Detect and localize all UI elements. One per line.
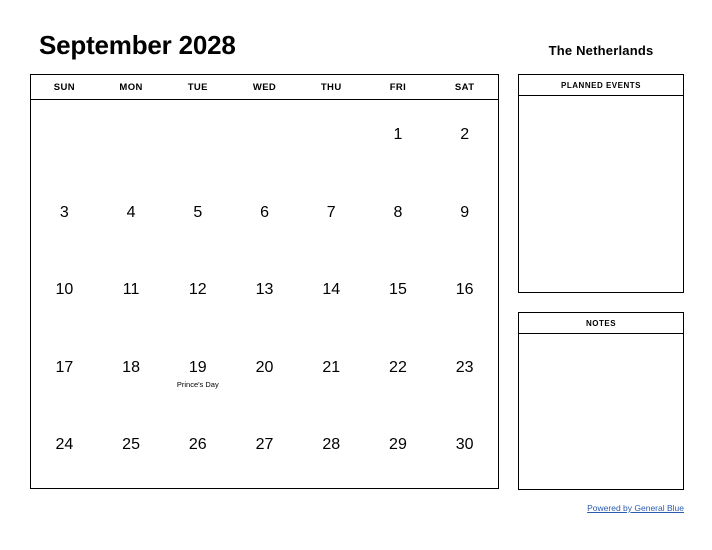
day-number: 22: [389, 358, 407, 376]
calendar-day-cell[interactable]: 18: [98, 333, 165, 411]
notes-body[interactable]: [519, 334, 683, 489]
calendar-day-cell[interactable]: 7: [298, 178, 365, 256]
weekday-header-thu: THU: [320, 82, 342, 93]
calendar-day-cell[interactable]: 19 Prince's Day: [164, 333, 231, 411]
planned-events-body[interactable]: [519, 96, 683, 292]
day-number: 8: [393, 203, 403, 221]
calendar-day-cell[interactable]: 22: [365, 333, 432, 411]
day-number: 15: [389, 281, 407, 298]
notes-header: NOTES: [519, 313, 683, 334]
day-number: 6: [260, 203, 269, 221]
calendar-day-cell[interactable]: 9: [431, 178, 498, 256]
day-number: 28: [322, 436, 341, 453]
calendar-weeks: 1 2 3 4 5 6 7 8 9 10 11 12 13 14 15 16 17 18 19 Prince's Da…: [31, 100, 498, 488]
calendar-day-cell[interactable]: 3: [31, 178, 98, 256]
calendar-day-cell[interactable]: 5: [164, 178, 231, 256]
calendar-week-row: 17 18 19 Prince's Day 20 21 22 23: [31, 333, 498, 411]
calendar-week-row: 24 25 26 27 28 29 30: [31, 410, 498, 488]
calendar-week-row: 10 11 12 13 14 15 16: [31, 255, 498, 333]
day-number: 16: [455, 281, 474, 298]
day-number: 1: [393, 126, 403, 143]
calendar-day-cell[interactable]: 6: [231, 178, 298, 256]
calendar-day-cell[interactable]: 14: [298, 255, 365, 333]
calendar-day-cell-empty: [164, 100, 231, 178]
day-number: 9: [460, 203, 470, 221]
calendar-day-cell[interactable]: 30: [431, 410, 498, 488]
calendar-day-cell-empty: [298, 100, 365, 178]
day-number: 23: [455, 358, 474, 376]
calendar-panel: September 2028 SUN MON TUE WED THU FRI SAT 123…: [30, 30, 499, 489]
calendar-day-cell-empty: [98, 100, 165, 178]
calendar-day-cell[interactable]: 2: [431, 100, 498, 178]
calendar-day-cell[interactable]: 8: [365, 178, 432, 256]
weekday-header-row: SUN MON TUE WED THU FRI SAT: [31, 75, 498, 100]
calendar-day-cell[interactable]: 24: [31, 410, 98, 488]
calendar-day-cell-empty: [31, 100, 98, 178]
page-title: September 2028: [39, 30, 236, 60]
day-number: 7: [326, 203, 336, 221]
day-number: 12: [188, 281, 207, 298]
calendar-day-cell[interactable]: 28: [298, 410, 365, 488]
calendar-day-cell[interactable]: 23: [431, 333, 498, 411]
day-number: 10: [55, 281, 74, 298]
calendar-day-cell[interactable]: 21: [298, 333, 365, 411]
calendar-day-cell[interactable]: 10: [31, 255, 98, 333]
weekday-header-wed: WED: [252, 82, 277, 93]
day-number: 20: [255, 358, 274, 376]
powered-by-link[interactable]: Powered by General Blue: [587, 503, 684, 513]
calendar-day-cell[interactable]: 26: [164, 410, 231, 488]
planned-events-header: PLANNED EVENTS: [519, 75, 683, 96]
calendar-day-cell[interactable]: 12: [164, 255, 231, 333]
calendar-day-cell[interactable]: 11: [98, 255, 165, 333]
calendar-day-cell[interactable]: 25: [98, 410, 165, 488]
weekday-header-sun: SUN: [53, 82, 75, 93]
side-column: The Netherlands PLANNED EVENTS NOTES: [518, 30, 684, 509]
day-number: 2: [460, 126, 470, 143]
day-number: 4: [126, 203, 136, 221]
calendar-day-cell[interactable]: 17: [31, 333, 98, 411]
day-number: 29: [389, 436, 407, 453]
day-number: 26: [188, 436, 207, 453]
day-number: 25: [122, 436, 140, 453]
day-number: 13: [255, 281, 274, 298]
day-number: 3: [59, 203, 69, 221]
calendar-week-row: 12: [31, 100, 498, 178]
calendar-day-cell[interactable]: 13: [231, 255, 298, 333]
calendar-day-cell[interactable]: 20: [231, 333, 298, 411]
calendar-week-row: 3 4 5 6 7 8 9: [31, 178, 498, 256]
calendar-day-cell-empty: [231, 100, 298, 178]
weekday-header-fri: FRI: [389, 82, 407, 93]
weekday-header-mon: MON: [119, 82, 143, 93]
calendar-day-cell[interactable]: 1: [365, 100, 432, 178]
notes-panel: NOTES: [518, 312, 684, 490]
day-number: 30: [455, 436, 474, 453]
weekday-header-tue: TUE: [187, 82, 208, 93]
day-number: 14: [322, 281, 341, 298]
calendar-day-cell[interactable]: 16: [431, 255, 498, 333]
planned-events-panel: PLANNED EVENTS: [518, 74, 684, 293]
calendar-grid: SUN MON TUE WED THU FRI SAT 1 2 3 4 5 6 7 8 9 10 11 12 13 1…: [30, 74, 499, 489]
day-number: 5: [193, 203, 203, 221]
day-number: 24: [55, 436, 74, 453]
weekday-header-sat: SAT: [454, 82, 475, 93]
day-number: 11: [122, 281, 140, 298]
day-number: 18: [122, 358, 140, 376]
day-event-label: Prince's Day: [176, 379, 219, 389]
day-number: 21: [322, 358, 341, 376]
day-number: 17: [55, 358, 74, 376]
footer: Powered by General Blue: [518, 498, 684, 516]
country-title: The Netherlands: [548, 43, 654, 58]
calendar-day-cell[interactable]: 15: [365, 255, 432, 333]
calendar-day-cell[interactable]: 4: [98, 178, 165, 256]
calendar-day-cell[interactable]: 27: [231, 410, 298, 488]
day-number: 19: [188, 358, 207, 376]
day-number: 27: [255, 436, 274, 453]
calendar-day-cell[interactable]: 29: [365, 410, 432, 488]
